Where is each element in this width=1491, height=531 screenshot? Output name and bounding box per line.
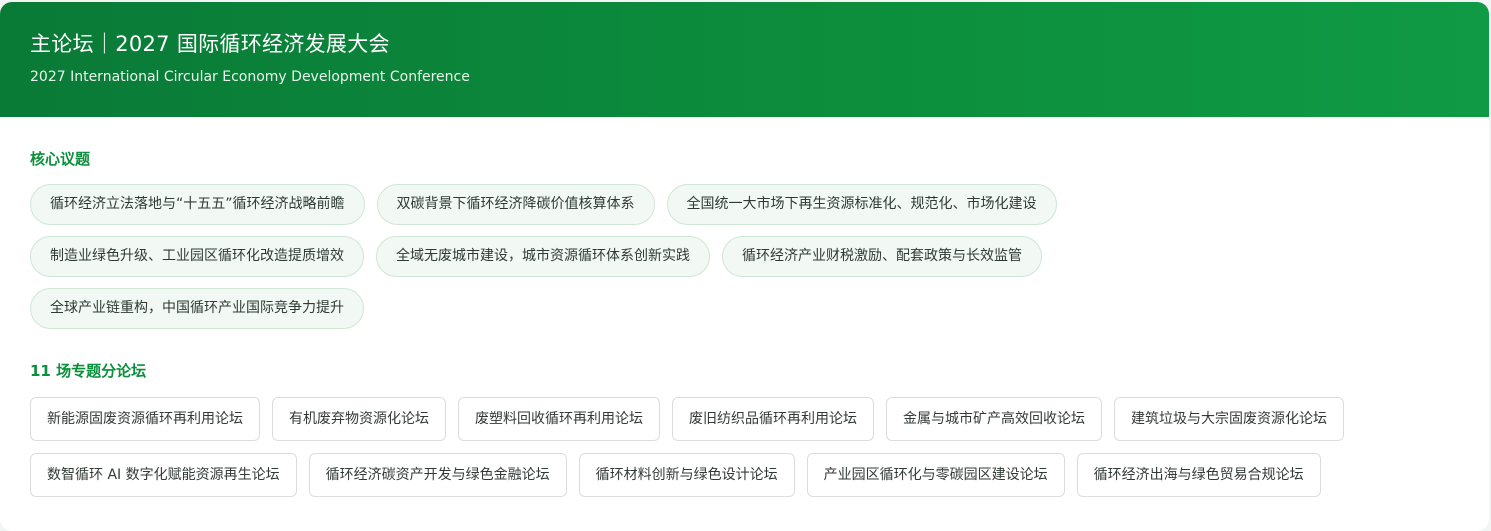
- card-header: 主论坛｜2027 国际循环经济发展大会 2027 International C…: [0, 2, 1489, 117]
- forum-item[interactable]: 循环经济碳资产开发与绿色金融论坛: [308, 453, 567, 497]
- topic-pill[interactable]: 循环经济产业财税激励、配套政策与长效监管: [722, 236, 1042, 277]
- forum-item[interactable]: 有机废弃物资源化论坛: [272, 397, 446, 441]
- page-title: 主论坛｜2027 国际循环经济发展大会: [30, 32, 390, 56]
- forums-list: 新能源固废资源循环再利用论坛 有机废弃物资源化论坛 废塑料回收循环再利用论坛 废…: [30, 397, 1459, 497]
- topic-pill[interactable]: 全域无废城市建设，城市资源循环体系创新实践: [376, 236, 710, 277]
- forum-item[interactable]: 废塑料回收循环再利用论坛: [458, 397, 660, 441]
- forums-heading: 11 场专题分论坛: [30, 362, 147, 380]
- forum-item[interactable]: 建筑垃圾与大宗固废资源化论坛: [1114, 397, 1344, 441]
- topic-pill[interactable]: 全国统一大市场下再生资源标准化、规范化、市场化建设: [666, 184, 1057, 225]
- conference-card: 主论坛｜2027 国际循环经济发展大会 2027 International C…: [0, 2, 1489, 531]
- forum-item[interactable]: 金属与城市矿产高效回收论坛: [886, 397, 1102, 441]
- topic-pill[interactable]: 双碳背景下循环经济降碳价值核算体系: [376, 184, 655, 225]
- topic-pill[interactable]: 全球产业链重构，中国循环产业国际竞争力提升: [30, 288, 364, 329]
- forum-item[interactable]: 循环经济出海与绿色贸易合规论坛: [1076, 453, 1321, 497]
- page-subtitle: 2027 International Circular Economy Deve…: [30, 69, 470, 85]
- topic-pill[interactable]: 制造业绿色升级、工业园区循环化改造提质增效: [30, 236, 364, 277]
- forum-item[interactable]: 产业园区循环化与零碳园区建设论坛: [806, 453, 1065, 497]
- topics-list: 循环经济立法落地与“十五五”循环经济战略前瞻 双碳背景下循环经济降碳价值核算体系…: [30, 184, 1170, 329]
- topics-heading: 核心议题: [30, 150, 91, 168]
- topic-pill[interactable]: 循环经济立法落地与“十五五”循环经济战略前瞻: [30, 184, 365, 225]
- forum-item[interactable]: 新能源固废资源循环再利用论坛: [30, 397, 260, 441]
- card-body: 核心议题 循环经济立法落地与“十五五”循环经济战略前瞻 双碳背景下循环经济降碳价…: [0, 117, 1489, 497]
- forum-item[interactable]: 数智循环 AI 数字化赋能资源再生论坛: [30, 453, 297, 497]
- forum-item[interactable]: 废旧纺织品循环再利用论坛: [672, 397, 874, 441]
- forum-item[interactable]: 循环材料创新与绿色设计论坛: [578, 453, 795, 497]
